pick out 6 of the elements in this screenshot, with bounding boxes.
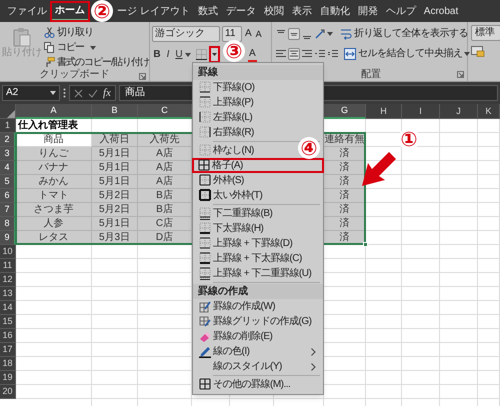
- group-label: クリップボード: [40, 70, 110, 80]
- menu-section-header: 罫線: [193, 65, 323, 80]
- group-label: 配置: [361, 70, 381, 80]
- menu-section-header: 罫線の作成: [193, 284, 323, 299]
- callout-number: ②: [91, 0, 113, 22]
- callout-number: ③: [223, 40, 245, 62]
